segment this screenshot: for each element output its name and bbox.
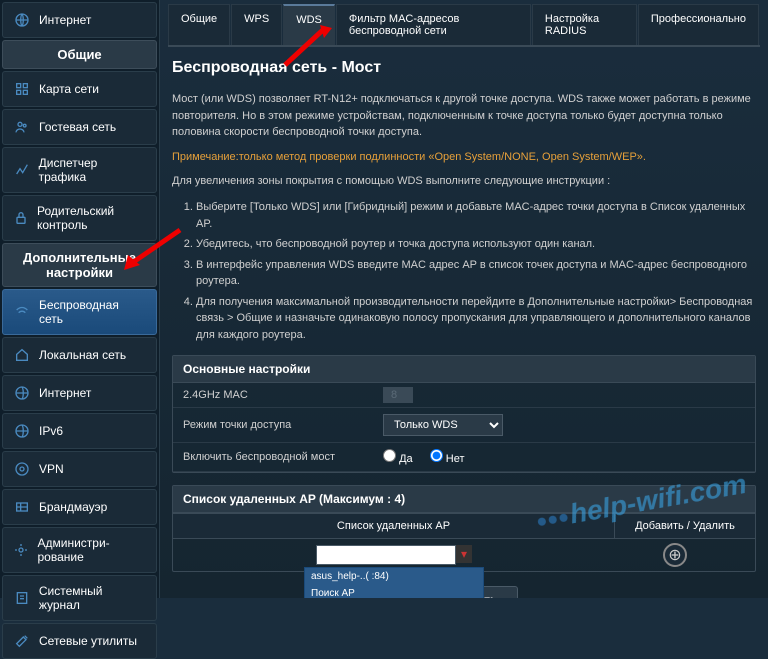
instruction-step: Выберите [Только WDS] или [Гибридный] ре…: [196, 199, 756, 232]
tab-общие[interactable]: Общие: [168, 4, 230, 45]
sidebar-label: Интернет: [39, 13, 91, 27]
sidebar: Интернет Общие Карта сети Гостевая сеть Ди…: [0, 0, 160, 598]
dropdown-option[interactable]: asus_help-..( :84): [305, 568, 483, 585]
instruction-step: Для получения максимальной производитель…: [196, 294, 756, 344]
sidebar-item-log[interactable]: Системный журнал: [2, 575, 157, 621]
sidebar-item-admin[interactable]: Администри-рование: [2, 527, 157, 573]
sidebar-item-label: Интернет: [39, 386, 91, 400]
tab-wps[interactable]: WPS: [231, 4, 282, 45]
remote-ap-panel: Список удаленных AP (Максимум : 4) Списо…: [172, 485, 756, 572]
mode-select[interactable]: Только WDS: [383, 414, 503, 436]
sidebar-header-general: Общие: [2, 40, 157, 69]
guest-icon: [13, 118, 31, 136]
mode-label: Режим точки доступа: [183, 419, 383, 431]
sidebar-item-label: Системный журнал: [39, 584, 146, 612]
basic-settings-header: Основные настройки: [173, 356, 755, 383]
admin-icon: [13, 541, 29, 559]
sidebar-item-label: Родительский контроль: [37, 204, 146, 232]
sidebar-item-label: Беспроводная сеть: [39, 298, 146, 326]
instruction-step: В интерфейс управления WDS введите MAC а…: [196, 257, 756, 290]
log-icon: [13, 589, 31, 607]
sidebar-item-wifi[interactable]: Беспроводная сеть: [2, 289, 157, 335]
sidebar-item-label: Локальная сеть: [39, 348, 126, 362]
wifi-icon: [13, 303, 31, 321]
radio-no-label[interactable]: Нет: [430, 453, 465, 465]
sidebar-item-label: Карта сети: [39, 82, 99, 96]
remote-ap-input[interactable]: [316, 545, 456, 565]
sidebar-item-globe[interactable]: Интернет: [2, 375, 157, 411]
col-remote-list: Список удаленных AP: [173, 514, 615, 538]
sidebar-item-label: Администри-рование: [37, 536, 146, 564]
sidebar-item-home[interactable]: Локальная сеть: [2, 337, 157, 373]
sidebar-item-label: Диспетчер трафика: [39, 156, 146, 184]
radio-yes[interactable]: [383, 449, 396, 462]
mac-value: 8: [383, 387, 413, 403]
tab-фильтр-mac-адресов-беспроводной-сети[interactable]: Фильтр MAC-адресов беспроводной сети: [336, 4, 531, 45]
sidebar-item-label: VPN: [39, 462, 64, 476]
page-title: Беспроводная сеть - Мост: [172, 59, 756, 77]
instruction-step: Убедитесь, что беспроводной роутер и точ…: [196, 236, 756, 253]
instructions-lead: Для увеличения зоны покрытия с помощью W…: [172, 173, 756, 190]
lock-icon: [13, 209, 29, 227]
sidebar-item-internet-top[interactable]: Интернет: [2, 2, 157, 38]
sidebar-header-advanced: Дополнительные настройки: [2, 243, 157, 287]
sidebar-item-vpn[interactable]: VPN: [2, 451, 157, 487]
tabs: ОбщиеWPSWDSФильтр MAC-адресов беспроводн…: [168, 4, 760, 47]
sidebar-item-globe[interactable]: IPv6: [2, 413, 157, 449]
main-content: ОбщиеWPSWDSФильтр MAC-адресов беспроводн…: [160, 0, 768, 598]
firewall-icon: [13, 498, 31, 516]
sidebar-item-tools[interactable]: Сетевые утилиты: [2, 623, 157, 659]
radio-no[interactable]: [430, 449, 443, 462]
globe-icon: [13, 422, 31, 440]
sidebar-item-label: Сетевые утилиты: [39, 634, 137, 648]
vpn-icon: [13, 460, 31, 478]
bridge-label: Включить беспроводной мост: [183, 451, 383, 463]
col-action: Добавить / Удалить: [615, 514, 755, 538]
sidebar-item-guest[interactable]: Гостевая сеть: [2, 109, 157, 145]
tab-настройка-radius[interactable]: Настройка RADIUS: [532, 4, 637, 45]
tab-профессионально[interactable]: Профессионально: [638, 4, 759, 45]
instructions-list: Выберите [Только WDS] или [Гибридный] ре…: [196, 199, 756, 343]
sidebar-item-label: IPv6: [39, 424, 63, 438]
remote-ap-header: Список удаленных AP (Максимум : 4): [173, 486, 755, 513]
mac-label: 2.4GHz MAC: [183, 389, 383, 401]
sidebar-item-label: Гостевая сеть: [39, 120, 116, 134]
tools-icon: [13, 632, 31, 650]
page-description: Мост (или WDS) позволяет RT-N12+ подключ…: [172, 91, 756, 141]
radio-yes-label[interactable]: Да: [383, 453, 413, 465]
globe-icon: [13, 11, 31, 29]
add-button[interactable]: ⊕: [663, 543, 687, 567]
basic-settings-panel: Основные настройки 2.4GHz MAC 8 Режим то…: [172, 355, 756, 473]
sidebar-item-firewall[interactable]: Брандмауэр: [2, 489, 157, 525]
page-note: Примечание:только метод проверки подлинн…: [172, 151, 756, 163]
sidebar-item-lock[interactable]: Родительский контроль: [2, 195, 157, 241]
dropdown-option[interactable]: Поиск AP: [305, 585, 483, 598]
globe-icon: [13, 384, 31, 402]
map-icon: [13, 80, 31, 98]
home-icon: [13, 346, 31, 364]
traffic-icon: [13, 161, 31, 179]
sidebar-item-map[interactable]: Карта сети: [2, 71, 157, 107]
tab-wds[interactable]: WDS: [283, 4, 335, 45]
sidebar-item-label: Брандмауэр: [39, 500, 107, 514]
remote-ap-dropdown: asus_help-..( :84)Поиск AP: [304, 567, 484, 598]
sidebar-item-traffic[interactable]: Диспетчер трафика: [2, 147, 157, 193]
